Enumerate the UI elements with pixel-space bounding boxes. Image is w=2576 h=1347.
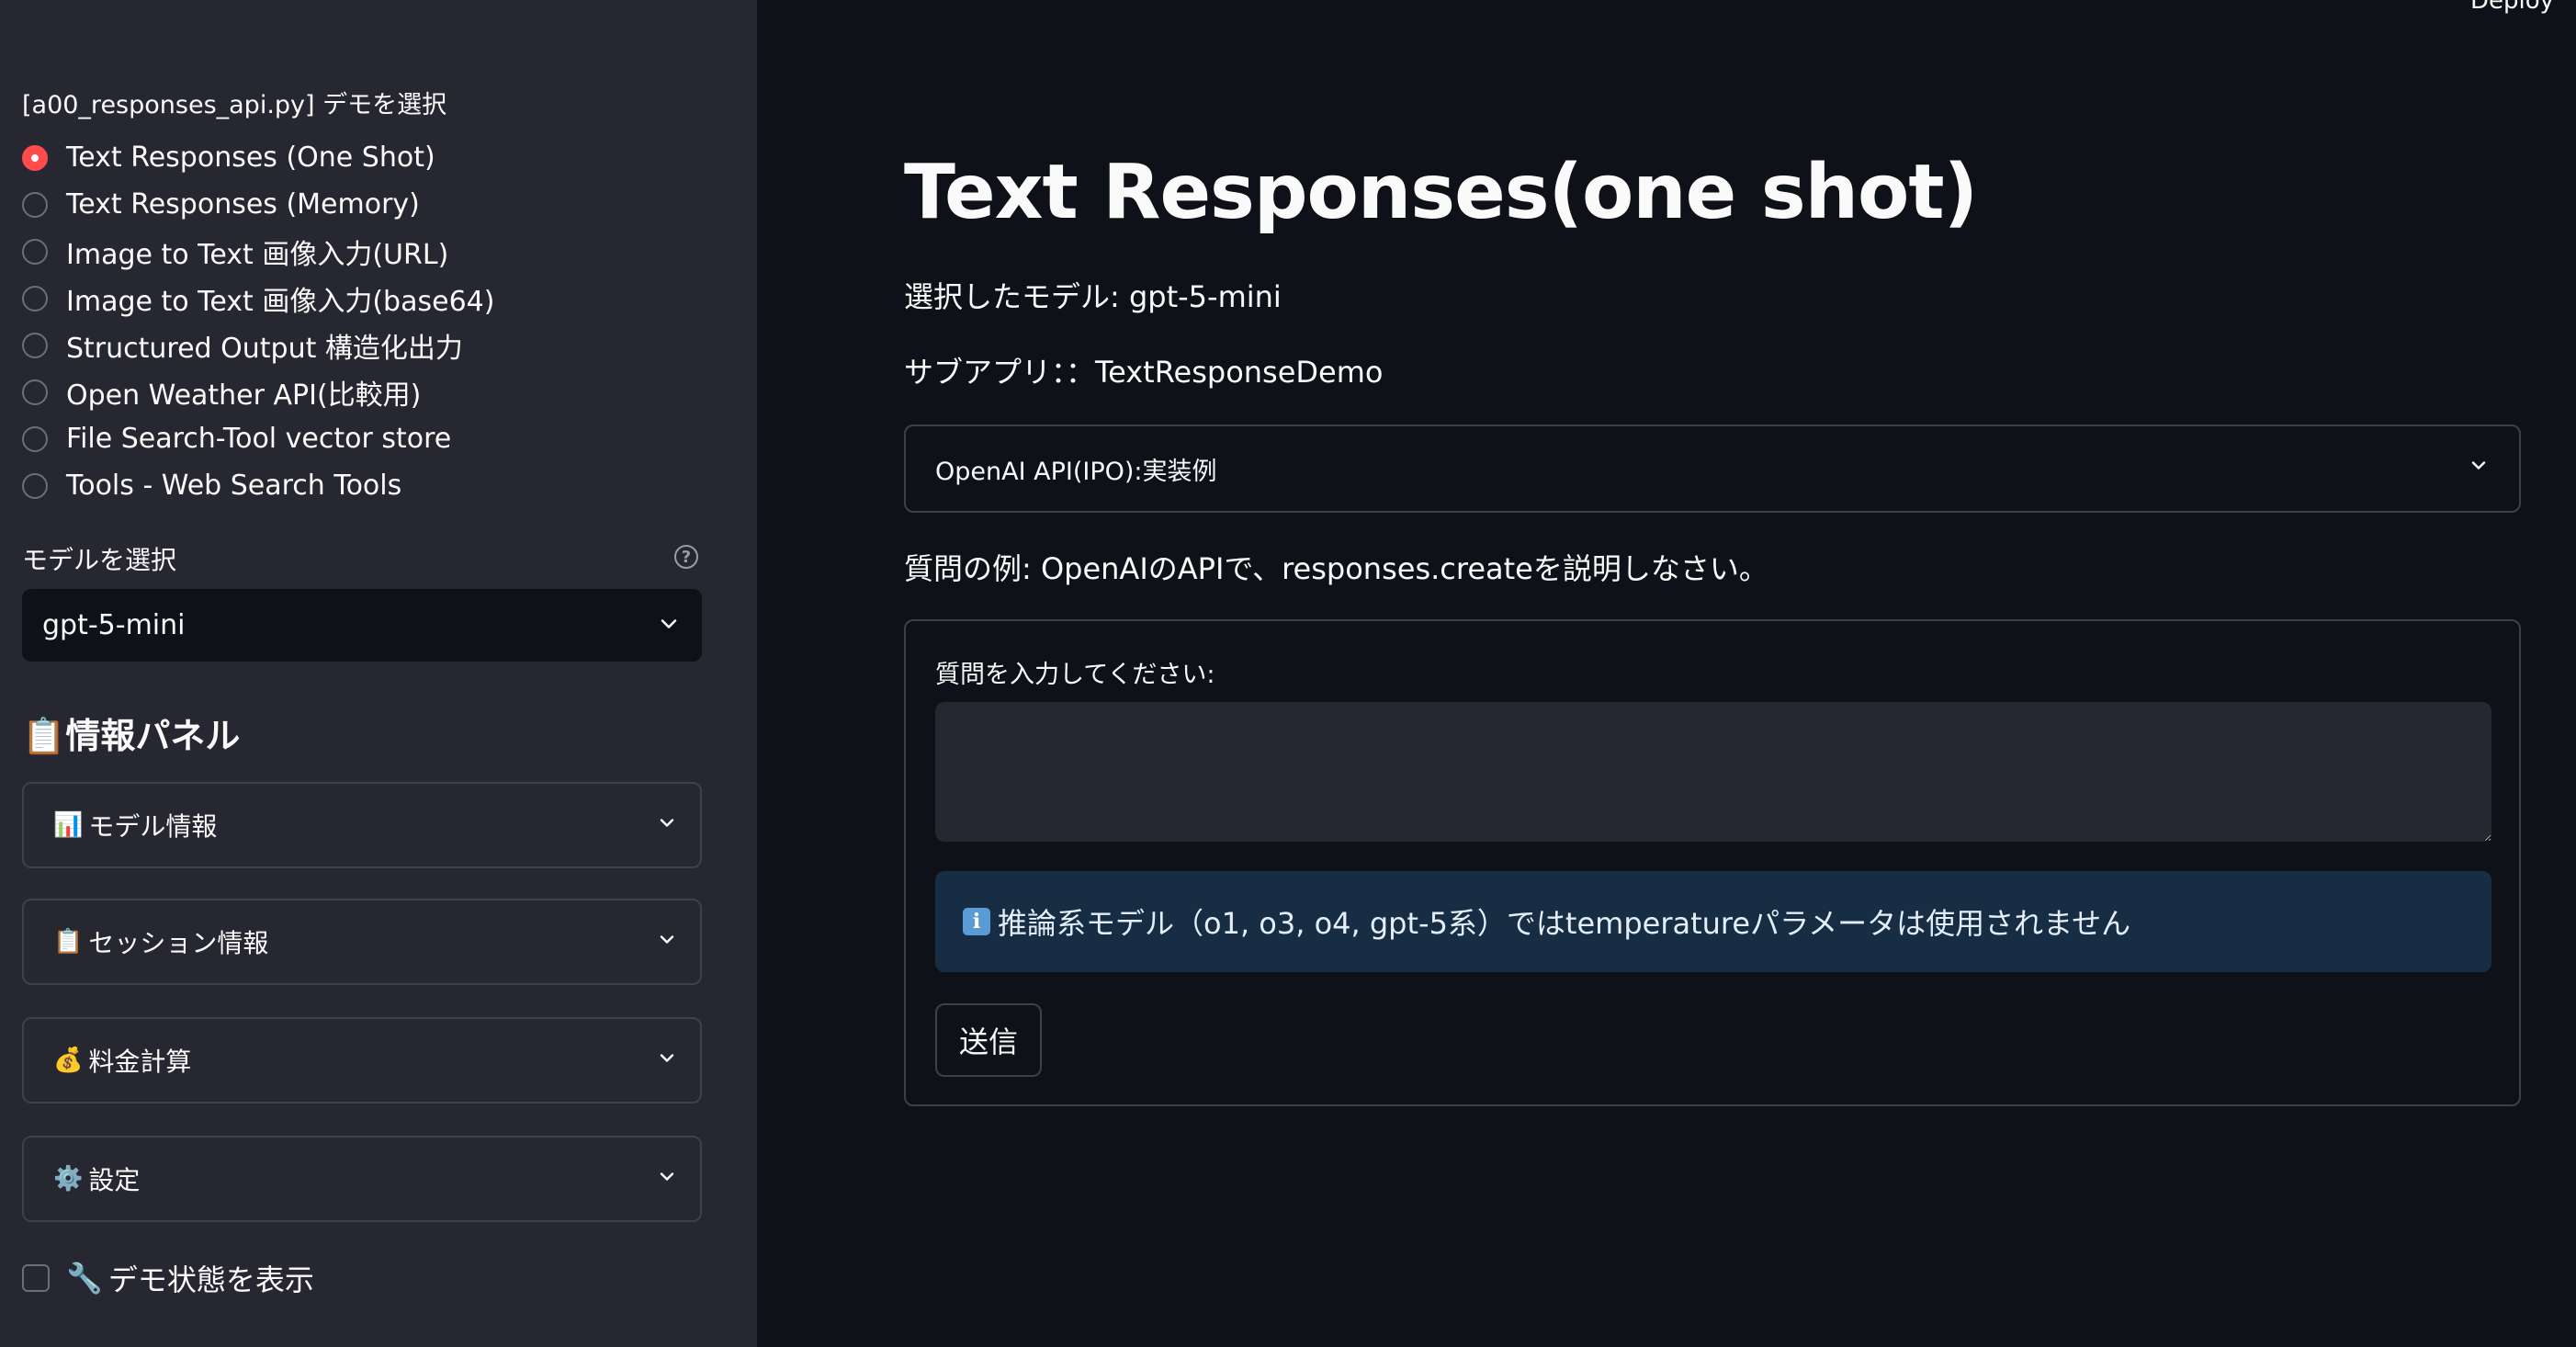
expander-settings[interactable]: ⚙️ 設定	[22, 1136, 702, 1222]
radio-option-web-search-tools[interactable]: Tools - Web Search Tools	[22, 462, 494, 509]
question-form: 質問を入力してください: i 推論系モデル（o1, o3, o4, gpt-5系…	[904, 619, 2521, 1106]
radio-label: Open Weather API(比較用)	[66, 379, 422, 412]
expander-label: OpenAI API(IPO):実装例	[935, 457, 1217, 486]
demo-radio-title: [a00_responses_api.py] デモを選択	[22, 91, 447, 119]
help-icon[interactable]: ?	[674, 545, 698, 569]
question-input-label: 質問を入力してください:	[935, 661, 1215, 689]
radio-button[interactable]	[22, 285, 48, 311]
chevron-down-icon	[656, 927, 678, 957]
chevron-down-icon	[2468, 455, 2490, 483]
radio-option-structured-output[interactable]: Structured Output 構造化出力	[22, 322, 494, 368]
radio-label: Structured Output 構造化出力	[66, 332, 463, 365]
expander-pricing[interactable]: 💰 料金計算	[22, 1017, 702, 1104]
bar-chart-icon: 📊	[53, 811, 84, 839]
radio-label: Text Responses (One Shot)	[66, 141, 435, 174]
deploy-button[interactable]: Deploy	[2470, 0, 2554, 15]
radio-option-file-search-tool[interactable]: File Search-Tool vector store	[22, 415, 494, 462]
demo-state-checkbox-row[interactable]: 🔧 デモ状態を表示	[22, 1257, 314, 1299]
selected-model-text: 選択したモデル: gpt-5-mini	[904, 279, 1282, 314]
chevron-down-icon	[658, 609, 680, 641]
radio-option-image-to-text-url[interactable]: Image to Text 画像入力(URL)	[22, 228, 494, 275]
clipboard-icon: 📋	[22, 716, 66, 756]
radio-button-selected[interactable]	[22, 144, 48, 171]
question-input[interactable]	[935, 702, 2491, 842]
expander-label: モデル情報	[88, 811, 218, 842]
radio-option-text-responses-memory[interactable]: Text Responses (Memory)	[22, 181, 494, 228]
radio-label: Text Responses (Memory)	[66, 188, 420, 221]
subapp-text: サブアプリ：：TextResponseDemo	[904, 355, 1384, 390]
radio-option-text-responses-one-shot[interactable]: Text Responses (One Shot)	[22, 134, 494, 181]
model-select[interactable]: gpt-5-mini	[22, 589, 702, 662]
chevron-down-icon	[656, 1046, 678, 1076]
radio-button[interactable]	[22, 238, 48, 265]
wrench-icon: 🔧	[66, 1261, 103, 1296]
chevron-down-icon	[656, 810, 678, 841]
radio-option-open-weather-api[interactable]: Open Weather API(比較用)	[22, 368, 494, 415]
page-title: Text Responses(one shot)	[904, 149, 1978, 236]
info-alert-text: 推論系モデル（o1, o3, o4, gpt-5系）ではtemperatureパ…	[998, 906, 2131, 941]
checkbox-label: デモ状態を表示	[107, 1262, 314, 1297]
question-example-text: 質問の例: OpenAIのAPIで、responses.createを説明しなさ…	[904, 551, 1768, 586]
radio-button[interactable]	[22, 472, 48, 499]
gear-icon: ⚙️	[53, 1165, 84, 1193]
radio-label: Image to Text 画像入力(URL)	[66, 238, 449, 271]
expander-label: 料金計算	[88, 1047, 192, 1077]
radio-button[interactable]	[22, 379, 48, 405]
radio-label: Tools - Web Search Tools	[66, 470, 402, 502]
money-bag-icon: 💰	[53, 1047, 84, 1074]
expander-label: セッション情報	[88, 928, 269, 958]
radio-option-image-to-text-base64[interactable]: Image to Text 画像入力(base64)	[22, 275, 494, 322]
expander-label: 設定	[88, 1165, 141, 1195]
demo-state-checkbox[interactable]	[22, 1264, 50, 1292]
clipboard-icon: 📋	[53, 928, 84, 956]
radio-label: Image to Text 画像入力(base64)	[66, 285, 495, 318]
radio-button[interactable]	[22, 332, 48, 358]
sidebar: [a00_responses_api.py] デモを選択 Text Respon…	[0, 0, 757, 1347]
expander-model-info[interactable]: 📊 モデル情報	[22, 782, 702, 868]
submit-button[interactable]: 送信	[935, 1003, 1042, 1077]
info-icon: i	[963, 908, 990, 935]
expander-session-info[interactable]: 📋 セッション情報	[22, 899, 702, 985]
expander-implementation-example[interactable]: OpenAI API(IPO):実装例	[904, 424, 2521, 513]
radio-label: File Search-Tool vector store	[66, 423, 452, 455]
info-panel-heading: 📋情報パネル	[22, 707, 240, 758]
radio-button[interactable]	[22, 191, 48, 218]
info-panel-heading-text: 情報パネル	[65, 716, 241, 756]
demo-radio-group: Text Responses (One Shot) Text Responses…	[22, 134, 494, 509]
info-alert: i 推論系モデル（o1, o3, o4, gpt-5系）ではtemperatur…	[935, 871, 2491, 972]
radio-button[interactable]	[22, 425, 48, 452]
model-select-label: モデルを選択	[22, 545, 177, 575]
model-select-value: gpt-5-mini	[42, 609, 186, 641]
chevron-down-icon	[656, 1164, 678, 1194]
